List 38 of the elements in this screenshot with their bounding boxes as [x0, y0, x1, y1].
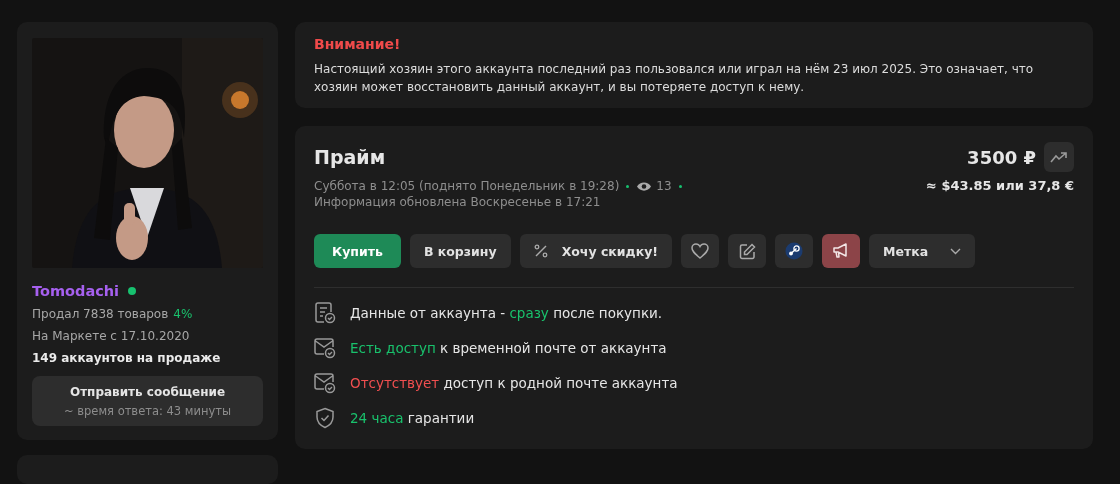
buy-button[interactable]: Купить: [314, 234, 401, 268]
price-chart-button[interactable]: [1044, 142, 1074, 172]
eye-icon: [636, 180, 653, 192]
edit-button[interactable]: [728, 234, 767, 268]
steam-button[interactable]: [775, 234, 814, 268]
feature-text: Есть доступ к временной почте от аккаунта: [350, 340, 667, 356]
market-since: На Маркете с 17.10.2020: [32, 329, 191, 343]
sold-count: Продал 7838 товаров: [32, 307, 169, 321]
rating-percent: 4%: [173, 307, 193, 321]
report-button[interactable]: [822, 234, 861, 268]
edit-icon: [738, 242, 756, 260]
send-message-button[interactable]: Отправить сообщение ~ время ответа: 43 минуты: [32, 376, 263, 426]
seller-name[interactable]: Tomodachi: [32, 283, 120, 299]
warning-title: Внимание!: [314, 36, 402, 52]
favorite-button[interactable]: [681, 234, 720, 268]
converted-price: ≈ $43.85 или 37,8 €: [925, 178, 1074, 195]
discount-button[interactable]: Хочу скидку!: [519, 234, 673, 268]
trend-icon: [1050, 151, 1068, 163]
posted-date: Суббота в 12:05 (поднято Понедельник в 19:28): [314, 178, 620, 194]
cart-button[interactable]: В корзину: [409, 234, 511, 268]
mail-check-icon: [314, 372, 336, 394]
mail-check-icon: [314, 337, 336, 359]
steam-icon: [785, 242, 804, 260]
chevron-down-icon: [950, 247, 962, 255]
price: 3500 ₽: [967, 146, 1036, 168]
item-title: Прайм: [314, 146, 386, 168]
document-check-icon: [314, 302, 336, 324]
feature-text: Данные от аккаунта - сразу после покупки.: [350, 305, 663, 321]
heart-icon: [691, 243, 710, 259]
feature-text: Отсутствует доступ к родной почте аккаунта: [350, 375, 678, 391]
updated-date: Информация обновлена Воскресенье в 17:21: [314, 194, 601, 210]
warning-text: Настоящий хозяин этого аккаунта последний раз пользовался или играл на нём 23 июл 2025. Это означает, что хозяин может восстановить данный аккаунт, и вы потеряете доступ к нему.: [314, 61, 1035, 96]
shield-check-icon: [314, 407, 336, 429]
view-count: 13: [656, 178, 672, 194]
percent-icon: [533, 244, 548, 258]
feature-text: 24 часа гарантии: [350, 410, 475, 426]
tag-dropdown[interactable]: Метка: [869, 234, 976, 268]
accounts-on-sale: 149 аккаунтов на продаже: [32, 351, 222, 365]
